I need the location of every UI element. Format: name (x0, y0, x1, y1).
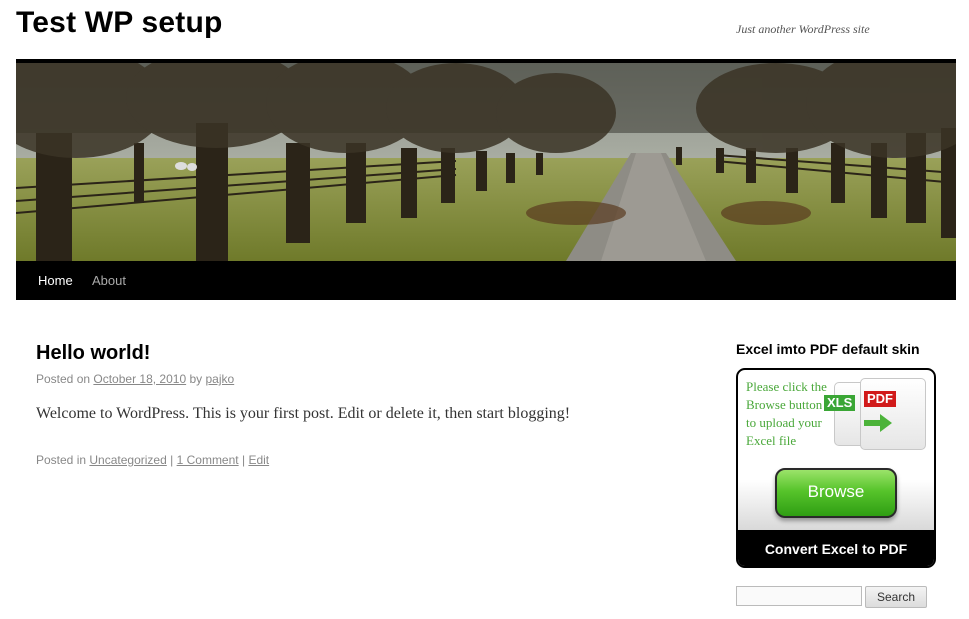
posted-on-label: Posted on (36, 372, 91, 386)
nav-item-home[interactable]: Home (38, 273, 73, 288)
post-utility: Posted in Uncategorized | 1 Comment | Ed… (36, 453, 269, 467)
post-meta: Posted on October 18, 2010 by pajko (36, 372, 234, 386)
post-author-link[interactable]: pajko (206, 372, 235, 386)
convert-arrow-icon (864, 414, 892, 432)
pdf-badge: PDF (864, 391, 896, 407)
comments-link[interactable]: 1 Comment (177, 453, 239, 467)
upload-instructions: Please click the Browse button to upload… (746, 379, 827, 448)
category-link[interactable]: Uncategorized (89, 453, 166, 467)
edit-link[interactable]: Edit (248, 453, 269, 467)
search-button[interactable]: Search (865, 586, 927, 608)
xls-badge: XLS (824, 395, 856, 411)
post-content: Welcome to WordPress. This is your first… (36, 405, 571, 422)
header: Home About (16, 59, 956, 300)
separator: | (170, 453, 174, 467)
site-title[interactable]: Test WP setup (16, 6, 223, 40)
convert-excel-to-pdf-button[interactable]: Convert Excel to PDF (738, 530, 934, 566)
search-input[interactable] (736, 586, 862, 606)
widget-title: Excel imto PDF default skin (736, 341, 920, 357)
header-banner-image (16, 63, 956, 261)
nav-item-about[interactable]: About (92, 273, 126, 288)
site-description: Just another WordPress site (736, 22, 870, 36)
posted-in-label: Posted in (36, 453, 87, 467)
by-label: by (189, 372, 203, 386)
main-navigation: Home About (16, 261, 956, 300)
post-title[interactable]: Hello world! (36, 342, 150, 365)
browse-button[interactable]: Browse (775, 468, 897, 518)
separator: | (241, 453, 246, 467)
post-date-link[interactable]: October 18, 2010 (93, 372, 186, 386)
excel-to-pdf-widget: Please click the Browse button to upload… (736, 368, 936, 568)
